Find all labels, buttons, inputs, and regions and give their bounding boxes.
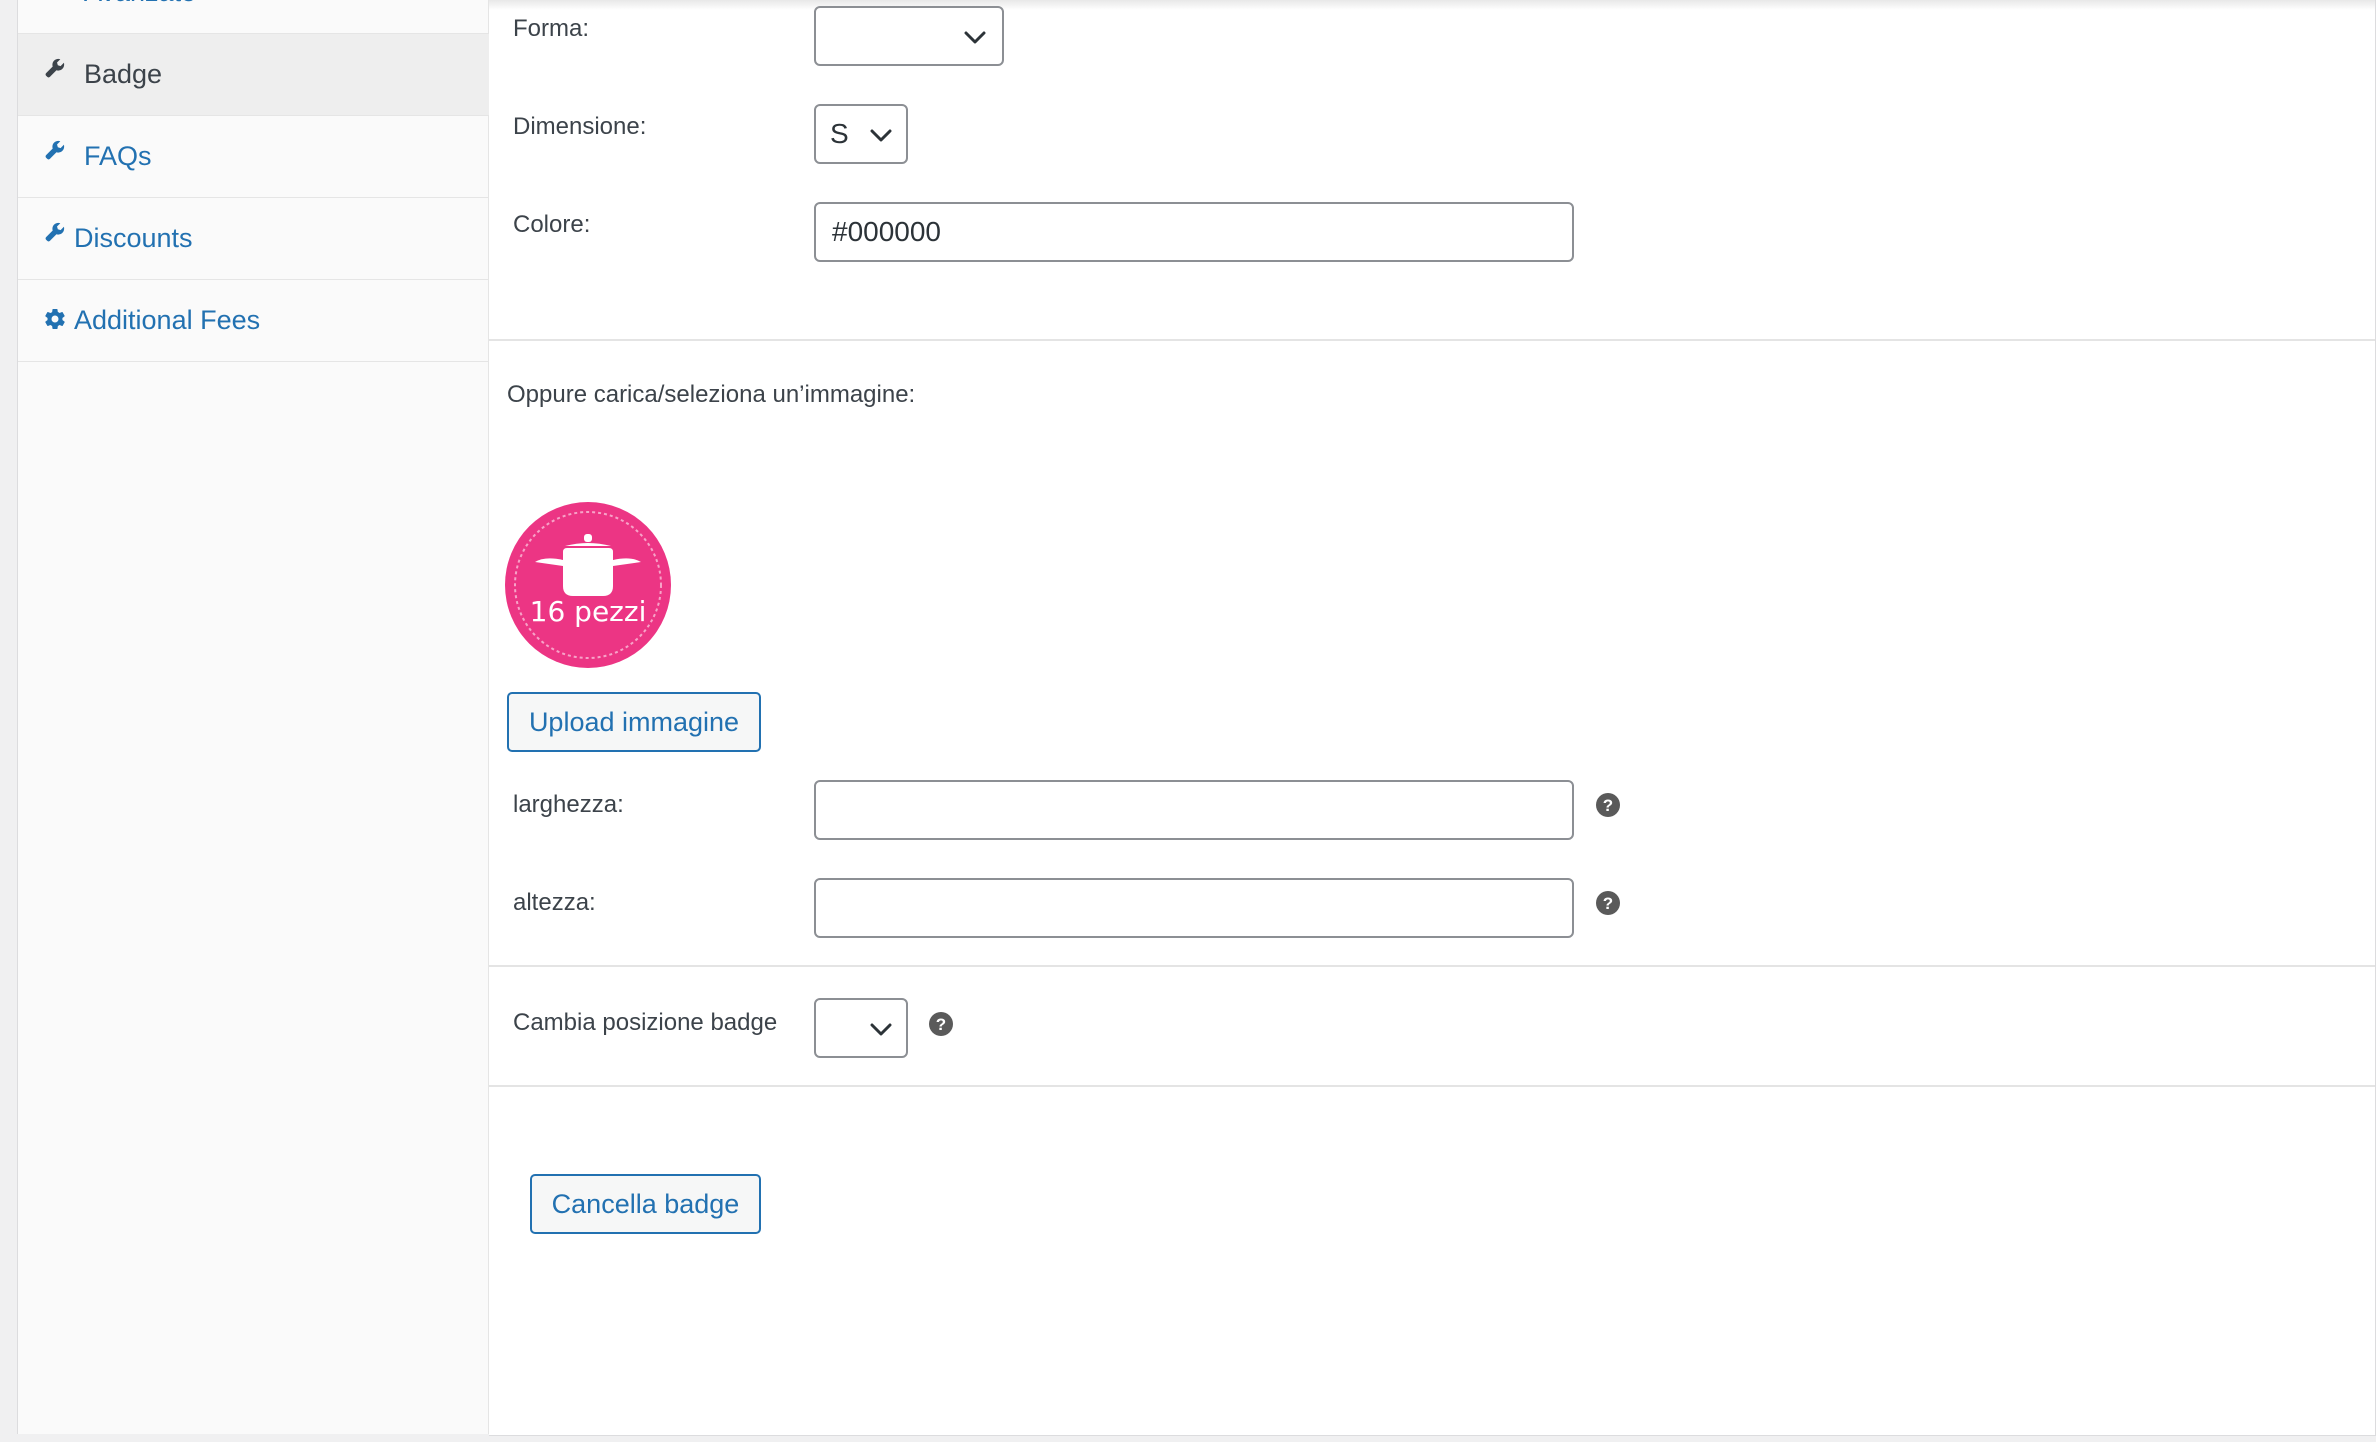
sidebar-item-discounts[interactable]: Discounts (18, 198, 489, 280)
image-section-label: Oppure carica/seleziona un’immagine: (507, 381, 916, 408)
badge-image-text: 16 pezzi (529, 595, 647, 628)
wrench-icon (40, 53, 70, 83)
width-input[interactable] (814, 780, 1574, 840)
sidebar-item-additional-fees[interactable]: Additional Fees (18, 280, 489, 362)
position-select[interactable] (814, 998, 908, 1058)
gear-icon (40, 304, 70, 334)
sidebar-item-label: Discounts (74, 223, 193, 253)
width-label: larghezza: (513, 791, 624, 818)
section-divider (489, 339, 2375, 341)
upload-image-button[interactable]: Upload immagine (507, 692, 761, 752)
sidebar-item-badge[interactable]: Badge (18, 34, 489, 116)
help-icon[interactable]: ? (929, 1012, 953, 1036)
height-input[interactable] (814, 878, 1574, 938)
sidebar-item-label: Badge (84, 59, 163, 89)
size-label: Dimensione: (513, 113, 647, 140)
settings-sidebar: Avanzato Badge FAQs Discounts Additional… (17, 0, 489, 1434)
badge-preview-image: 16 pezzi (505, 502, 671, 668)
size-select-value: S (830, 118, 849, 149)
delete-badge-button[interactable]: Cancella badge (530, 1174, 761, 1234)
badge-settings-panel: Forma: Dimensione: S Colore: Oppure cari… (489, 0, 2376, 1436)
color-label: Colore: (513, 211, 591, 238)
top-shadow (489, 0, 2375, 10)
wrench-icon (40, 217, 70, 247)
size-select[interactable]: S (814, 104, 908, 164)
shape-select[interactable] (814, 6, 1004, 66)
help-icon[interactable]: ? (1596, 891, 1620, 915)
chevron-down-icon (870, 1023, 892, 1036)
section-divider (489, 965, 2375, 967)
chevron-down-icon (964, 31, 986, 44)
chevron-down-icon (870, 129, 892, 142)
sidebar-item-label: Avanzato (84, 0, 196, 8)
sidebar-item-faqs[interactable]: FAQs (18, 116, 489, 198)
wrench-icon (40, 135, 70, 165)
position-label: Cambia posizione badge (513, 1009, 778, 1036)
wrench-icon (40, 0, 70, 1)
sidebar-item-label: Additional Fees (74, 305, 261, 335)
height-label: altezza: (513, 889, 596, 916)
sidebar-item-label: FAQs (84, 141, 152, 171)
shape-label: Forma: (513, 15, 590, 42)
section-divider (489, 1085, 2375, 1087)
color-input[interactable] (814, 202, 1574, 262)
sidebar-item-avanzato[interactable]: Avanzato (18, 0, 489, 34)
help-icon[interactable]: ? (1596, 793, 1620, 817)
